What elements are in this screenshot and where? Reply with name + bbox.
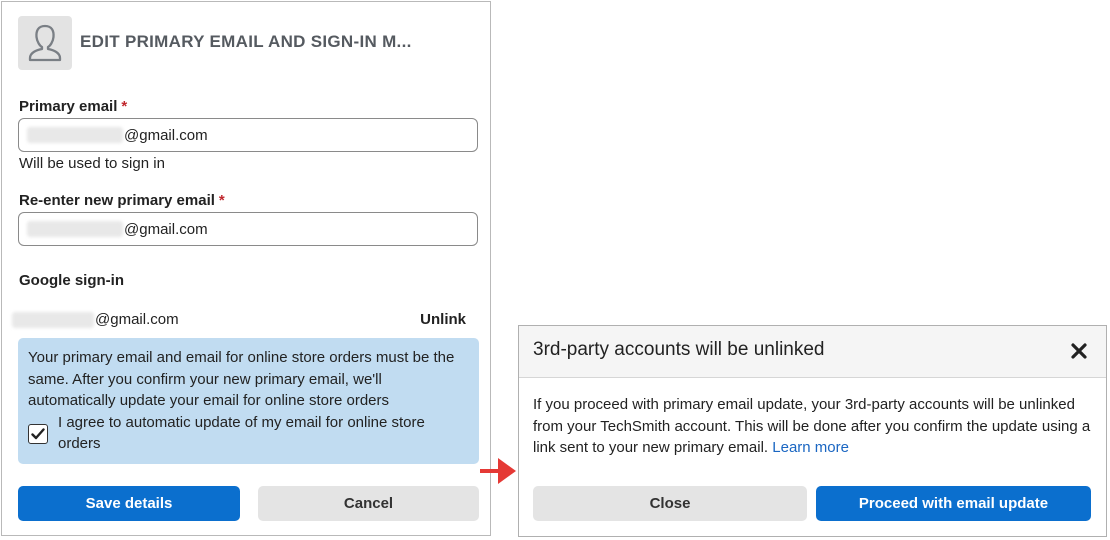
google-account-row: @gmail.com Unlink [12,311,472,331]
learn-more-link[interactable]: Learn more [772,439,849,456]
unlink-button[interactable]: Unlink [420,311,466,328]
primary-email-hint: Will be used to sign in [19,155,165,172]
dialog-title: 3rd-party accounts will be unlinked [533,339,825,360]
redacted-text [27,127,123,143]
info-text: Your primary email and email for online … [28,349,455,409]
required-marker: * [121,98,128,115]
agree-label: I agree to automatic update of my email … [58,413,425,453]
save-details-button[interactable]: Save details [18,486,240,521]
google-email: @gmail.com [12,311,179,328]
checkmark-icon [31,427,45,439]
agree-row: I agree to automatic update of my email … [28,412,469,455]
page-title: EDIT PRIMARY EMAIL AND SIGN-IN M... [80,32,412,51]
dialog-header: 3rd-party accounts will be unlinked [519,326,1106,378]
red-arrow-icon [478,453,518,494]
proceed-email-update-button[interactable]: Proceed with email update [816,486,1091,521]
primary-email-input[interactable]: @gmail.com [18,118,478,152]
required-marker: * [218,192,225,209]
user-avatar-icon [18,16,72,70]
primary-email-label: Primary email * [19,98,128,115]
google-signin-label: Google sign-in [19,272,124,289]
close-icon[interactable] [1068,340,1090,362]
unlink-warning-dialog: 3rd-party accounts will be unlinked If y… [518,325,1107,537]
reenter-email-input[interactable]: @gmail.com [18,212,478,246]
cancel-button[interactable]: Cancel [258,486,479,521]
edit-email-panel: EDIT PRIMARY EMAIL AND SIGN-IN M... Prim… [1,1,491,536]
info-notice: Your primary email and email for online … [18,338,479,464]
redacted-text [12,311,94,328]
dialog-body: If you proceed with primary email update… [533,394,1093,459]
close-button[interactable]: Close [533,486,807,521]
redacted-text [27,221,123,237]
agree-checkbox[interactable] [28,423,48,444]
reenter-email-label: Re-enter new primary email * [19,192,225,209]
